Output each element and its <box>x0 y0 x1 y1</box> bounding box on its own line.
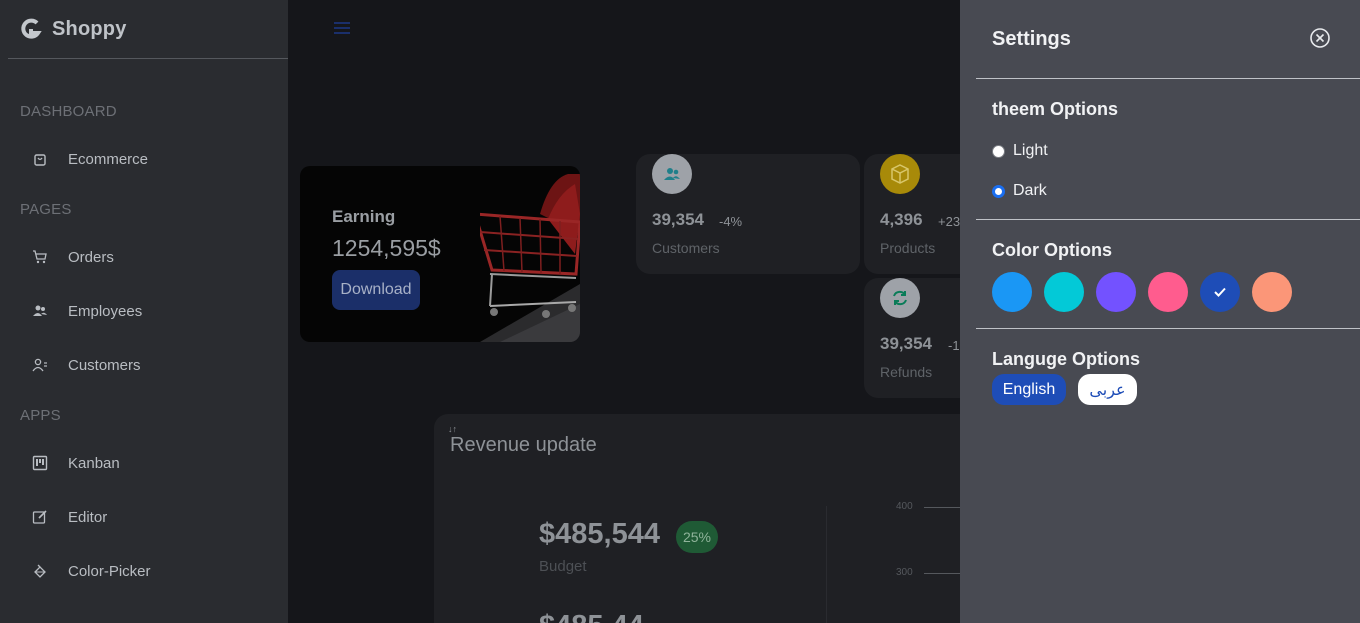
radio-light[interactable] <box>992 144 1005 158</box>
gridline <box>924 573 964 574</box>
stat-value: 39,354 <box>652 210 704 229</box>
gridline <box>924 507 964 508</box>
y-tick-label: 400 <box>896 501 913 512</box>
color-swatch-purple[interactable] <box>1096 272 1136 312</box>
sidebar-item-customers[interactable]: Customers <box>20 350 270 380</box>
stat-value: 4,396 <box>880 210 923 229</box>
edit-icon <box>32 509 48 525</box>
employees-icon <box>32 303 48 319</box>
language-english-button[interactable]: English <box>992 374 1066 405</box>
main-content: Earning 1254,595$ Download 39,354 -4% Cu… <box>288 0 964 623</box>
check-icon <box>1214 287 1226 297</box>
radio-label: Light <box>1013 142 1048 159</box>
stat-label: Customers <box>652 240 720 256</box>
section-title-dashboard: DASHBOARD <box>20 103 117 120</box>
language-options-title: Languge Options <box>992 349 1140 369</box>
sidebar-item-employees[interactable]: Employees <box>20 296 270 326</box>
close-icon[interactable] <box>1309 27 1331 49</box>
sidebar-item-kanban[interactable]: Kanban <box>20 448 270 478</box>
budget-change-badge: 25% <box>676 521 718 553</box>
kanban-icon <box>32 455 48 471</box>
revenue-badge-icon: ↓↑ <box>448 424 457 434</box>
stat-card-products: 4,396 +23 Products <box>864 154 960 274</box>
settings-panel: Settings theem Options Light Dark Color … <box>960 0 1360 623</box>
budget-label: Budget <box>539 558 587 575</box>
sidebar-item-ecommerce[interactable]: Ecommerce <box>20 144 270 174</box>
revenue-title: Revenue update <box>450 434 597 456</box>
color-picker-icon <box>32 563 48 579</box>
shoppy-logo-icon <box>20 18 42 40</box>
color-swatch-indigo[interactable] <box>1200 272 1240 312</box>
brand[interactable]: Shoppy <box>8 0 288 59</box>
divider <box>976 78 1360 79</box>
radio-dark[interactable] <box>992 184 1005 198</box>
box-icon <box>880 154 920 194</box>
sidebar-item-label: Customers <box>68 356 141 374</box>
stat-label: Products <box>880 240 936 256</box>
y-tick-label: 300 <box>896 567 913 578</box>
color-swatch-cyan[interactable] <box>1044 272 1084 312</box>
language-arabic-button[interactable]: عربى <box>1078 374 1137 405</box>
sidebar: Shoppy DASHBOARD Ecommerce PAGES Orders … <box>0 0 288 623</box>
sidebar-item-orders[interactable]: Orders <box>20 242 270 272</box>
stat-change: +23 <box>938 214 961 229</box>
sidebar-item-label: Orders <box>68 248 114 266</box>
color-options-title: Color Options <box>992 240 1112 260</box>
stat-label: Refunds <box>880 364 933 380</box>
theme-option-dark[interactable]: Dark <box>992 182 1047 200</box>
customers-icon <box>32 357 48 373</box>
color-swatch-blue[interactable] <box>992 272 1032 312</box>
earning-title: Earning <box>332 207 396 226</box>
theme-option-light[interactable]: Light <box>992 142 1048 160</box>
section-title-apps: APPS <box>20 407 61 424</box>
sidebar-item-label: Color-Picker <box>68 562 151 580</box>
budget-amount: $485,544 <box>539 518 660 550</box>
revenue-divider <box>826 506 827 623</box>
cart-icon <box>32 249 48 265</box>
hamburger-icon[interactable] <box>332 18 352 38</box>
sidebar-item-color-picker[interactable]: Color-Picker <box>20 556 270 586</box>
download-button[interactable]: Download <box>332 270 420 310</box>
stat-change: -1 <box>948 338 960 353</box>
earning-card: Earning 1254,595$ Download <box>300 166 580 342</box>
shopping-bag-icon <box>32 151 48 167</box>
stat-card-refunds: 39,354 -1 Refunds <box>864 278 960 398</box>
stat-change: -4% <box>719 214 743 229</box>
stat-value: 39,354 <box>880 334 932 353</box>
shopping-cart-illustration <box>480 174 580 342</box>
revenue-card: ↓↑ Revenue update $485,544 25% Budget $4… <box>434 414 964 623</box>
sidebar-item-editor[interactable]: Editor <box>20 502 270 532</box>
divider <box>976 219 1360 220</box>
sidebar-item-label: Editor <box>68 508 108 526</box>
sidebar-item-label: Employees <box>68 302 143 320</box>
sidebar-item-label: Kanban <box>68 454 120 472</box>
theme-options-title: theem Options <box>992 99 1119 119</box>
color-swatch-orange[interactable] <box>1252 272 1292 312</box>
section-title-pages: PAGES <box>20 201 72 218</box>
sidebar-item-label: Ecommerce <box>68 150 149 168</box>
divider <box>976 328 1360 329</box>
color-swatch-pink[interactable] <box>1148 272 1188 312</box>
refresh-icon <box>880 278 920 318</box>
radio-label: Dark <box>1013 182 1047 199</box>
settings-title: Settings <box>992 28 1071 50</box>
earning-amount: 1254,595$ <box>332 235 441 261</box>
customers-icon <box>652 154 692 194</box>
stat-card-customers: 39,354 -4% Customers <box>636 154 860 274</box>
brand-name: Shoppy <box>52 17 127 40</box>
expense-amount: $485,44 <box>539 610 644 623</box>
